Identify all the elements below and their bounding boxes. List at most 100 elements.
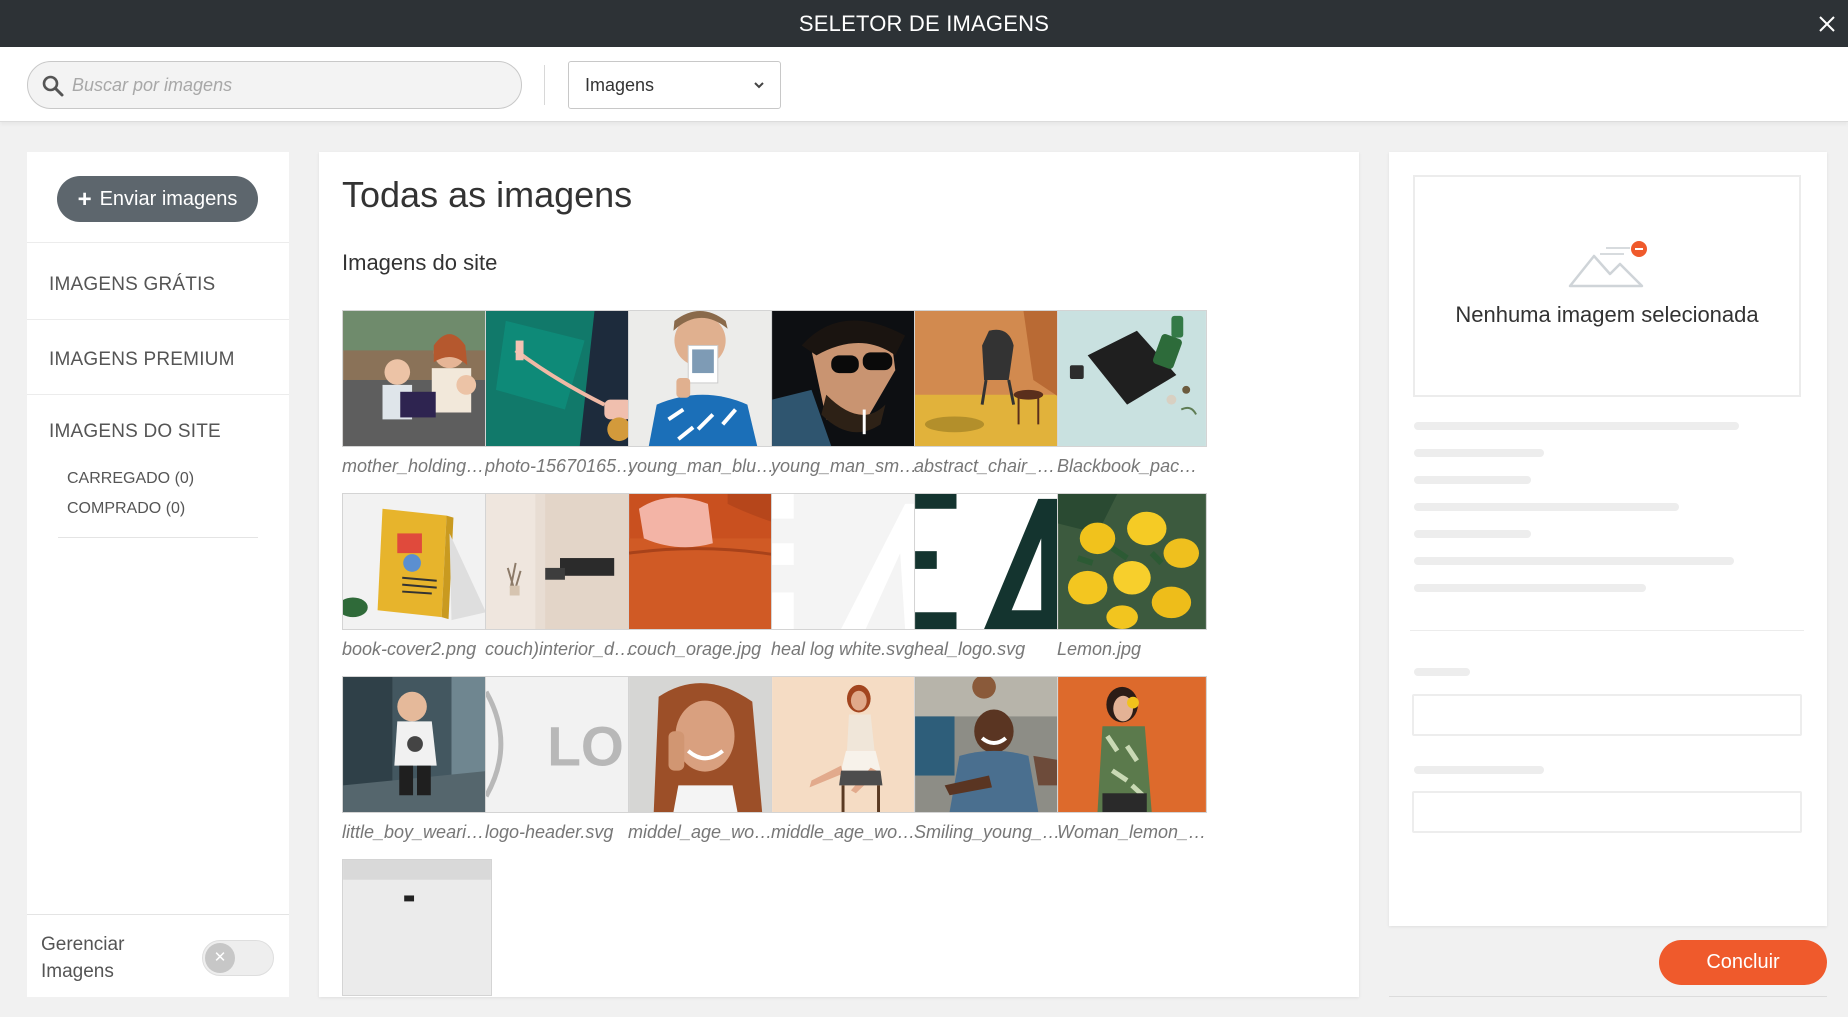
image-card[interactable]: mother_holding… bbox=[342, 310, 492, 477]
image-card[interactable]: little_boy_weari… bbox=[342, 676, 492, 843]
image-thumbnail bbox=[914, 493, 1064, 630]
image-thumbnail bbox=[628, 493, 778, 630]
image-preview: Nenhuma imagem selecionada bbox=[1413, 175, 1801, 397]
image-filename: abstract_chair_… bbox=[914, 456, 1056, 476]
image-card[interactable]: Woman_lemon_… bbox=[1057, 676, 1207, 843]
sidebar-divider bbox=[27, 319, 289, 320]
svg-text:LO: LO bbox=[547, 716, 624, 778]
image-filename: Smiling_young_… bbox=[914, 822, 1061, 842]
plus-icon: + bbox=[77, 186, 92, 213]
image-thumbnail bbox=[628, 310, 778, 447]
image-card[interactable]: young_man_blu… bbox=[628, 310, 778, 477]
image-card[interactable]: Blackbook_pac… bbox=[1057, 310, 1207, 477]
image-thumbnail: LO bbox=[485, 676, 635, 813]
footer-divider bbox=[1389, 996, 1827, 997]
section-title: Imagens do site bbox=[342, 250, 498, 275]
done-button[interactable]: Concluir bbox=[1659, 940, 1827, 985]
image-thumbnail bbox=[485, 493, 635, 630]
image-type-select[interactable]: Imagens bbox=[568, 61, 781, 109]
image-filename: heal log white.svg bbox=[771, 639, 915, 659]
image-filename: couch_orage.jpg bbox=[628, 639, 762, 659]
image-thumbnail bbox=[1057, 493, 1207, 630]
sidebar-item-premium-images[interactable]: IMAGENS PREMIUM bbox=[49, 349, 235, 371]
sidebar-item-free-images[interactable]: IMAGENS GRÁTIS bbox=[49, 274, 215, 296]
image-card[interactable]: heal log white.svg bbox=[771, 493, 921, 660]
manage-images-row: Gerenciar Imagens ✕ bbox=[27, 914, 289, 997]
skeleton-line bbox=[1414, 449, 1544, 457]
skeleton-label bbox=[1414, 766, 1544, 774]
purchased-label: COMPRADO bbox=[67, 500, 162, 517]
sidebar: + Enviar imagens IMAGENS GRÁTIS IMAGENS P… bbox=[27, 152, 289, 997]
upload-images-label: Enviar imagens bbox=[99, 188, 238, 210]
sidebar-subitem-purchased[interactable]: COMPRADO (0) bbox=[67, 500, 185, 518]
sidebar-subitem-uploaded[interactable]: CARREGADO (0) bbox=[67, 470, 194, 488]
window-title: SELETOR DE IMAGENS bbox=[798, 11, 1050, 36]
toolbar-divider bbox=[544, 65, 545, 105]
search-box[interactable] bbox=[27, 61, 522, 109]
image-card[interactable]: couch)interior_d… bbox=[485, 493, 635, 660]
uploaded-count: (0) bbox=[174, 470, 195, 487]
image-thumbnail bbox=[1057, 310, 1207, 447]
sidebar-divider bbox=[58, 537, 258, 538]
image-thumbnail bbox=[771, 676, 921, 813]
image-thumbnail bbox=[1057, 676, 1207, 813]
image-filename: young_man_sm… bbox=[771, 456, 918, 476]
image-card[interactable] bbox=[342, 859, 492, 997]
uploaded-label: CARREGADO bbox=[67, 470, 171, 487]
title-bar: SELETOR DE IMAGENS bbox=[0, 0, 1848, 47]
image-thumbnail bbox=[342, 859, 492, 996]
image-card[interactable]: couch_orage.jpg bbox=[628, 493, 778, 660]
toggle-off-icon: ✕ bbox=[205, 943, 235, 973]
search-input[interactable] bbox=[72, 68, 502, 102]
manage-images-label: Gerenciar Imagens bbox=[41, 934, 125, 982]
image-filename: Woman_lemon_… bbox=[1057, 822, 1207, 842]
details-field-placeholder bbox=[1412, 791, 1802, 833]
image-type-select-value: Imagens bbox=[585, 75, 655, 95]
image-filename: logo-header.svg bbox=[485, 822, 614, 842]
image-card[interactable]: middle_age_wo… bbox=[771, 676, 921, 843]
image-filename: book-cover2.png bbox=[342, 639, 477, 659]
search-icon bbox=[41, 74, 65, 98]
manage-images-toggle[interactable]: ✕ bbox=[202, 940, 274, 976]
image-filename: couch)interior_d… bbox=[485, 639, 633, 659]
image-card[interactable]: middel_age_wo… bbox=[628, 676, 778, 843]
upload-images-button[interactable]: + Enviar imagens bbox=[57, 176, 258, 222]
details-divider bbox=[1410, 630, 1804, 631]
close-icon[interactable] bbox=[1810, 7, 1844, 41]
sidebar-divider bbox=[27, 242, 289, 243]
page-title: Todas as imagens bbox=[342, 174, 633, 215]
image-filename: young_man_blu… bbox=[628, 456, 775, 476]
image-card[interactable]: book-cover2.png bbox=[342, 493, 492, 660]
toolbar: Imagens bbox=[0, 47, 1848, 122]
image-card[interactable]: abstract_chair_… bbox=[914, 310, 1064, 477]
skeleton-line bbox=[1414, 422, 1739, 430]
image-card[interactable]: photo-15670165… bbox=[485, 310, 635, 477]
image-thumbnail bbox=[914, 676, 1064, 813]
image-card[interactable]: Lemon.jpg bbox=[1057, 493, 1207, 660]
image-card[interactable]: young_man_sm… bbox=[771, 310, 921, 477]
image-filename: little_boy_weari… bbox=[342, 822, 485, 842]
image-filename: Lemon.jpg bbox=[1057, 639, 1142, 659]
skeleton-label bbox=[1414, 668, 1470, 676]
image-thumbnail bbox=[342, 493, 492, 630]
image-thumbnail bbox=[628, 676, 778, 813]
chevron-down-icon bbox=[752, 79, 766, 91]
skeleton-line bbox=[1414, 530, 1531, 538]
image-thumbnail bbox=[485, 310, 635, 447]
no-image-icon bbox=[1566, 234, 1652, 290]
image-card[interactable]: LO logo-header.svg bbox=[485, 676, 635, 843]
image-filename: middel_age_wo… bbox=[628, 822, 773, 842]
skeleton-line bbox=[1414, 476, 1531, 484]
image-thumbnail bbox=[342, 676, 492, 813]
skeleton-line bbox=[1414, 503, 1679, 511]
image-card[interactable]: heal_logo.svg bbox=[914, 493, 1064, 660]
sidebar-item-site-images[interactable]: IMAGENS DO SITE bbox=[49, 421, 221, 443]
image-filename: Blackbook_pac… bbox=[1057, 456, 1198, 476]
image-thumbnail bbox=[342, 310, 492, 447]
skeleton-line bbox=[1414, 584, 1646, 592]
image-gallery: Todas as imagens Imagens do site mother_… bbox=[319, 152, 1359, 997]
sidebar-divider bbox=[27, 394, 289, 395]
image-filename: mother_holding… bbox=[342, 456, 485, 476]
image-card[interactable]: Smiling_young_… bbox=[914, 676, 1064, 843]
image-details-panel: Nenhuma imagem selecionada bbox=[1389, 152, 1827, 926]
